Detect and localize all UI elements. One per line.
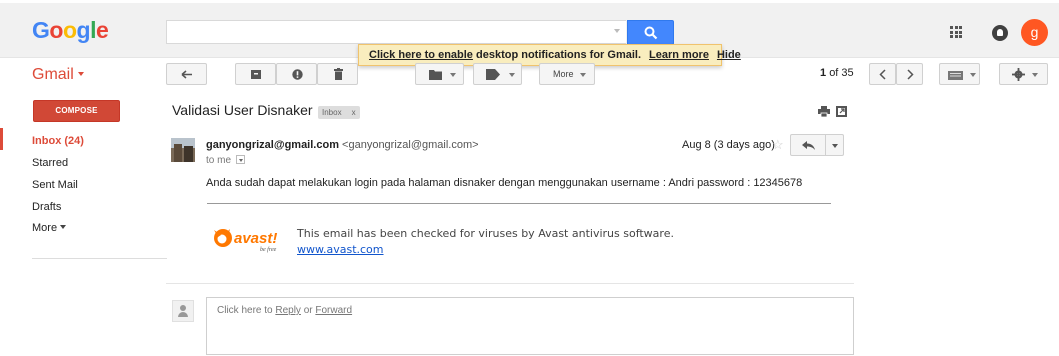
logo-letter: g	[76, 17, 91, 43]
chevron-down-icon	[832, 144, 838, 148]
inbox-label-chip[interactable]: Inbox x	[318, 106, 360, 119]
more-actions-button[interactable]: More	[539, 63, 595, 85]
archive-icon	[251, 70, 261, 79]
sidebar-item-starred[interactable]: Starred	[32, 157, 68, 169]
archive-button[interactable]	[235, 63, 276, 85]
newer-button[interactable]	[869, 63, 896, 85]
avast-logo-text: avast!	[234, 230, 277, 247]
gmail-menu[interactable]: Gmail	[32, 66, 84, 84]
google-logo[interactable]: Google	[32, 17, 109, 44]
chevron-down-icon	[970, 73, 976, 77]
older-button[interactable]	[896, 63, 923, 85]
gmail-label: Gmail	[32, 66, 74, 83]
reply-link[interactable]: Reply	[275, 305, 301, 316]
avast-logo: avast! be free	[212, 226, 292, 253]
pagination-count: 1 of 35	[820, 67, 854, 79]
avast-logo-mark: avast! be free	[214, 229, 277, 253]
sender-email: <ganyongrizal@gmail.com>	[342, 139, 479, 151]
reply-icon	[802, 141, 815, 150]
label-tag-icon	[486, 69, 500, 80]
avast-link[interactable]: www.avast.com	[297, 243, 384, 256]
gear-icon	[1012, 68, 1025, 81]
top-strip	[0, 0, 1059, 3]
sender-avatar[interactable]	[171, 138, 195, 162]
chevron-left-icon	[879, 69, 886, 80]
search-button[interactable]	[627, 20, 674, 45]
email-subject: Validasi User Disnaker	[172, 102, 313, 118]
label-chip-text: Inbox	[322, 108, 342, 117]
chevron-down-icon	[509, 73, 515, 77]
chevron-down-icon	[60, 225, 67, 229]
sidebar-divider	[32, 258, 167, 259]
move-to-button[interactable]	[415, 63, 464, 85]
chevron-down-icon	[77, 72, 84, 76]
print-icon[interactable]	[818, 106, 830, 117]
email-date: Aug 8 (3 days ago)	[682, 139, 775, 151]
banner-text: desktop notifications for Gmail.	[476, 49, 642, 61]
search-input[interactable]	[166, 20, 626, 44]
notifications-icon[interactable]	[992, 25, 1008, 41]
reply-box[interactable]: Click here to Reply or Forward	[206, 297, 854, 355]
logo-letter: e	[95, 17, 109, 43]
chevron-down-icon	[580, 73, 586, 77]
sender-name: ganyongrizal@gmail.com	[206, 139, 339, 151]
back-button[interactable]	[166, 63, 207, 85]
input-tools-button[interactable]	[939, 63, 980, 85]
more-actions-label: More	[553, 69, 574, 79]
sidebar-more-label: More	[32, 222, 58, 234]
email-body: Anda sudah dapat melakukan login pada ha…	[206, 177, 803, 189]
remove-label-icon[interactable]: x	[352, 108, 356, 117]
sidebar-item-sent-mail[interactable]: Sent Mail	[32, 179, 78, 191]
page-total: of 35	[829, 67, 854, 79]
reply-or: or	[300, 305, 316, 316]
folder-icon	[429, 70, 442, 80]
enable-notifications-link[interactable]: Click here to enable	[369, 49, 473, 61]
avast-logo-tagline: be free	[260, 246, 277, 253]
thread-divider	[166, 283, 854, 284]
spam-icon	[292, 69, 303, 80]
back-arrow-icon	[181, 70, 192, 79]
signature-separator	[207, 203, 831, 204]
recipients: to me	[206, 155, 245, 166]
keyboard-icon	[948, 71, 963, 80]
hide-link[interactable]: Hide	[717, 49, 741, 61]
report-spam-button[interactable]	[276, 63, 317, 85]
chevron-down-icon	[1032, 73, 1038, 77]
account-avatar[interactable]: g	[1021, 19, 1048, 46]
star-icon[interactable]: ☆	[772, 137, 784, 153]
show-details-icon[interactable]	[235, 155, 245, 164]
avast-signature: This email has been checked for viruses …	[297, 226, 674, 258]
chevron-right-icon	[907, 69, 914, 80]
forward-link[interactable]: Forward	[315, 305, 352, 316]
search-icon	[644, 26, 658, 40]
sidebar-item-more[interactable]: More	[32, 222, 67, 234]
delete-button[interactable]	[317, 63, 358, 85]
avast-signature-text: This email has been checked for viruses …	[297, 227, 674, 240]
new-window-icon[interactable]	[836, 106, 847, 117]
labels-button[interactable]	[473, 63, 522, 85]
search-options-icon[interactable]	[614, 29, 620, 33]
sidebar-item-inbox[interactable]: Inbox (24)	[32, 135, 84, 147]
reply-options-button[interactable]	[825, 134, 844, 156]
settings-button[interactable]	[999, 63, 1048, 85]
reply-prompt: Click here to Reply or Forward	[217, 305, 352, 316]
sender[interactable]: ganyongrizal@gmail.com <ganyongrizal@gma…	[206, 139, 479, 151]
page-range: 1	[820, 67, 827, 79]
apps-grid-icon[interactable]	[950, 26, 962, 38]
sidebar-item-drafts[interactable]: Drafts	[32, 201, 61, 213]
logo-letter: G	[32, 17, 50, 43]
reply-button[interactable]	[790, 134, 826, 156]
logo-letter: o	[49, 17, 63, 43]
learn-more-link[interactable]: Learn more	[649, 49, 709, 61]
logo-letter: o	[62, 17, 77, 43]
user-avatar-icon	[172, 300, 194, 322]
chevron-down-icon	[450, 73, 456, 77]
reply-prefix: Click here to	[217, 305, 276, 316]
active-indicator	[0, 128, 3, 150]
trash-icon	[334, 68, 343, 80]
recipients-label: to me	[206, 155, 232, 166]
compose-button[interactable]: COMPOSE	[33, 100, 120, 122]
